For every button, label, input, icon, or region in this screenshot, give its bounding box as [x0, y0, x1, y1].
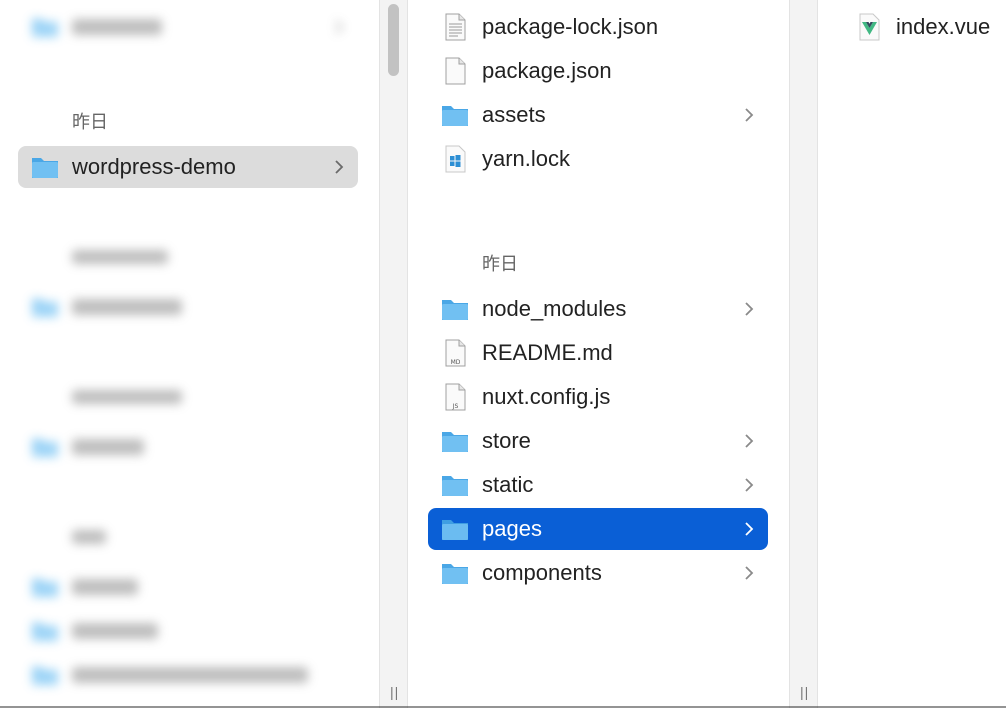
- list-item-label: pages: [482, 516, 542, 541]
- column-divider[interactable]: ||: [789, 0, 818, 708]
- section-header-prev7: [72, 248, 168, 269]
- folder-icon: [32, 667, 58, 685]
- list-item-store[interactable]: store: [428, 420, 768, 462]
- list-item-assets[interactable]: assets: [428, 94, 768, 136]
- folder-icon: [442, 564, 468, 584]
- list-item-label: wordpress-demo: [72, 154, 236, 179]
- list-item-node-modules[interactable]: node_modules: [428, 288, 768, 330]
- list-item-yarn-lock[interactable]: yarn.lock: [428, 138, 768, 180]
- blurred-label: [72, 623, 158, 639]
- chevron-right-icon: [332, 18, 346, 36]
- list-item-corders[interactable]: [18, 610, 358, 652]
- list-item-label: package-lock.json: [482, 14, 659, 39]
- list-item-label: package.json: [482, 58, 612, 83]
- blurred-label: [72, 579, 138, 595]
- chevron-right-icon: [742, 476, 756, 494]
- blurred-label: [72, 439, 144, 455]
- folder-icon: [32, 19, 58, 37]
- list-item-label: node_modules: [482, 296, 627, 321]
- list-item-components[interactable]: components: [428, 552, 768, 594]
- blurred-label: [72, 667, 308, 683]
- list-item-pages[interactable]: pages: [428, 508, 768, 550]
- folder-icon: [32, 623, 58, 641]
- column-resize-handle[interactable]: ||: [800, 684, 809, 700]
- list-item-label: index.vue: [896, 14, 991, 39]
- column-pages[interactable]: index.vue: [818, 0, 1006, 708]
- list-item-docker[interactable]: [18, 654, 358, 696]
- chevron-right-icon: [742, 564, 756, 582]
- list-item-label: store: [482, 428, 531, 453]
- vue-file-icon: [859, 13, 880, 41]
- list-item-nuxt-config[interactable]: JS nuxt.config.js: [428, 376, 768, 418]
- chevron-right-icon: [332, 158, 346, 176]
- folder-icon: [32, 158, 58, 178]
- list-item-laravel[interactable]: [18, 426, 358, 468]
- folder-icon: [442, 432, 468, 452]
- folder-icon: [442, 520, 468, 540]
- folder-icon: [442, 300, 468, 320]
- chevron-right-icon: [742, 432, 756, 450]
- finder-window: 昨日 wordpress-demo || package-lock.json p…: [0, 0, 1006, 708]
- column-resize-handle[interactable]: ||: [390, 684, 399, 700]
- list-item-label: README.md: [482, 340, 613, 365]
- section-header-yesterday: 昨日: [72, 112, 108, 132]
- list-item-vue-demo[interactable]: [18, 286, 358, 328]
- file-badge: JS: [452, 403, 459, 410]
- section-header-month: [72, 528, 106, 549]
- section-header-prev30: [72, 388, 182, 409]
- folder-icon: [442, 106, 468, 126]
- column-recents[interactable]: 昨日 wordpress-demo: [0, 0, 378, 708]
- file-icon: [445, 57, 466, 85]
- list-item-label: yarn.lock: [482, 146, 571, 171]
- folder-icon: [32, 299, 58, 317]
- folder-icon: [32, 439, 58, 457]
- folder-icon: [32, 579, 58, 597]
- list-item-readme[interactable]: MD README.md: [428, 332, 768, 374]
- blurred-label: [72, 299, 182, 315]
- column-wordpress-demo[interactable]: package-lock.json package.json assets ya…: [408, 0, 788, 708]
- list-item-index-vue[interactable]: index.vue: [842, 6, 1006, 48]
- list-item-wordpress-demo[interactable]: wordpress-demo: [18, 146, 358, 188]
- scrollbar-thumb[interactable]: [388, 4, 399, 76]
- list-item-label: nuxt.config.js: [482, 384, 611, 409]
- section-header-yesterday: 昨日: [482, 254, 518, 274]
- chevron-right-icon: [742, 520, 756, 538]
- list-item-package-json[interactable]: package.json: [428, 50, 768, 92]
- file-badge: MD: [451, 359, 461, 366]
- chevron-right-icon: [742, 106, 756, 124]
- column-divider[interactable]: ||: [379, 0, 408, 708]
- lock-file-icon: [445, 145, 466, 173]
- list-item-label: static: [482, 472, 534, 497]
- chevron-right-icon: [742, 300, 756, 318]
- list-item-static[interactable]: static: [428, 464, 768, 506]
- list-item-label: components: [482, 560, 602, 585]
- json-file-icon: [445, 13, 466, 41]
- js-file-icon: JS: [445, 383, 466, 411]
- list-item-label: assets: [482, 102, 546, 127]
- list-item-downloads[interactable]: [18, 6, 358, 48]
- list-item-webgl[interactable]: [18, 566, 358, 608]
- blurred-label: [72, 19, 162, 35]
- folder-icon: [442, 476, 468, 496]
- md-file-icon: MD: [445, 339, 466, 367]
- list-item-package-lock[interactable]: package-lock.json: [428, 6, 768, 48]
